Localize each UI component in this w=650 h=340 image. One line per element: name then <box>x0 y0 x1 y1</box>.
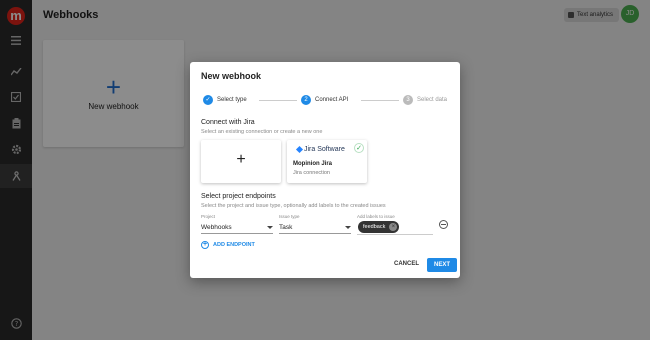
add-endpoint-button[interactable]: + ADD ENDPOINT <box>201 241 255 249</box>
add-endpoint-label: ADD ENDPOINT <box>213 242 255 248</box>
chevron-down-icon <box>267 226 273 229</box>
step-label: Select type <box>217 97 247 103</box>
step-divider <box>259 100 297 101</box>
step-divider <box>361 100 399 101</box>
chip-label: feedback <box>363 224 386 230</box>
connection-name: Mopinion Jira <box>293 161 332 167</box>
stepper: ✓ Select type 2 Connect API 3 Select dat… <box>203 95 453 107</box>
step-number: 3 <box>403 95 413 105</box>
minus-icon <box>441 224 446 225</box>
selected-check-icon: ✓ <box>354 143 364 153</box>
project-select[interactable]: Webhooks <box>201 222 273 234</box>
endpoints-section-title: Select project endpoints <box>201 193 276 200</box>
issue-type-value: Task <box>279 224 293 231</box>
project-label: Project <box>201 214 216 219</box>
jira-logo: Jira Software <box>295 145 345 154</box>
connection-type: Jira connection <box>293 170 330 176</box>
step-label: Select data <box>417 97 448 103</box>
issue-type-select[interactable]: Task <box>279 222 351 234</box>
labels-label: Add labels to issue <box>357 214 395 219</box>
cancel-button[interactable]: CANCEL <box>394 261 419 267</box>
jira-logo-text: Jira Software <box>304 146 345 153</box>
connect-section-title: Connect with Jira <box>201 119 255 126</box>
dialog-title: New webhook <box>201 71 262 81</box>
step-connect-api: 2 Connect API <box>301 95 348 105</box>
create-connection-card[interactable]: + <box>201 140 281 183</box>
jira-diamond-icon <box>295 145 304 154</box>
endpoints-section-subtitle: Select the project and issue type, optio… <box>201 203 386 209</box>
remove-endpoint-button[interactable] <box>439 220 448 229</box>
labels-input[interactable]: feedback × <box>357 220 433 235</box>
check-icon: ✓ <box>203 95 213 105</box>
connect-section-subtitle: Select an existing connection or create … <box>201 129 323 135</box>
step-number: 2 <box>301 95 311 105</box>
close-icon[interactable]: × <box>389 223 398 231</box>
add-circle-icon: + <box>201 241 209 249</box>
jira-connection-card[interactable]: Jira Software ✓ Mopinion Jira Jira conne… <box>287 140 367 183</box>
chevron-down-icon <box>345 226 351 229</box>
step-select-data: 3 Select data <box>403 95 447 105</box>
step-select-type: ✓ Select type <box>203 95 247 105</box>
plus-icon: + <box>236 151 246 168</box>
next-button[interactable]: NEXT <box>427 258 457 272</box>
issue-type-label: Issue type <box>279 214 300 219</box>
label-chip: feedback × <box>358 221 400 233</box>
step-label: Connect API <box>315 97 349 103</box>
new-webhook-dialog: New webhook ✓ Select type 2 Connect API … <box>190 62 460 278</box>
project-value: Webhooks <box>201 224 232 231</box>
